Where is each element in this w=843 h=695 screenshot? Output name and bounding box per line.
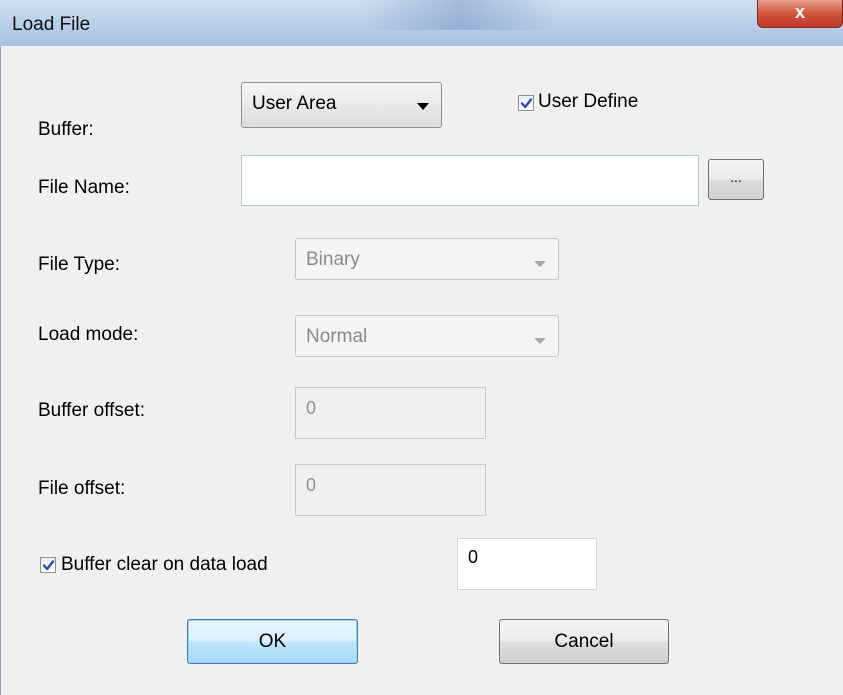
chevron-down-icon: [534, 261, 546, 267]
file-offset-value: 0: [306, 475, 317, 495]
browse-button-label: ...: [730, 169, 742, 185]
file-name-label: File Name:: [38, 177, 130, 198]
close-button[interactable]: x: [757, 0, 843, 28]
buffer-offset-input[interactable]: 0: [295, 387, 486, 439]
file-offset-input[interactable]: 0: [295, 464, 486, 516]
checkmark-icon: [520, 98, 533, 109]
browse-button[interactable]: ...: [708, 159, 764, 200]
buffer-label: Buffer:: [38, 119, 94, 140]
buffer-clear-label[interactable]: Buffer clear on data load: [61, 554, 268, 576]
close-icon: x: [794, 2, 805, 22]
ok-button-label: OK: [258, 631, 287, 652]
buffer-select-value: User Area: [252, 93, 337, 114]
window-title: Load File: [12, 14, 91, 35]
load-mode-select[interactable]: Normal: [295, 315, 559, 357]
chevron-down-icon: [534, 338, 546, 344]
load-mode-label: Load mode:: [38, 324, 139, 345]
file-type-value: Binary: [306, 249, 360, 270]
buffer-clear-value: 0: [468, 547, 479, 567]
file-name-input[interactable]: [241, 155, 699, 206]
file-type-label: File Type:: [38, 254, 121, 275]
file-offset-label: File offset:: [38, 478, 126, 499]
file-type-select[interactable]: Binary: [295, 238, 559, 280]
cancel-button-label: Cancel: [554, 631, 614, 652]
checkmark-icon: [42, 560, 55, 571]
cancel-button[interactable]: Cancel: [499, 619, 669, 664]
user-define-label[interactable]: User Define: [538, 91, 638, 113]
buffer-offset-value: 0: [306, 398, 317, 418]
chevron-down-icon: [417, 103, 429, 110]
buffer-clear-checkbox[interactable]: [40, 557, 56, 573]
ok-button[interactable]: OK: [187, 619, 358, 664]
user-define-checkbox[interactable]: [518, 95, 534, 111]
dialog-body: Buffer: User Area User Define File Name:…: [0, 46, 843, 695]
buffer-offset-label: Buffer offset:: [38, 400, 146, 421]
buffer-clear-value-input[interactable]: 0: [457, 538, 597, 590]
title-bar: Load File x: [0, 0, 843, 46]
title-bar-glow: [360, 0, 560, 30]
buffer-select[interactable]: User Area: [241, 82, 442, 128]
load-mode-value: Normal: [306, 326, 368, 347]
